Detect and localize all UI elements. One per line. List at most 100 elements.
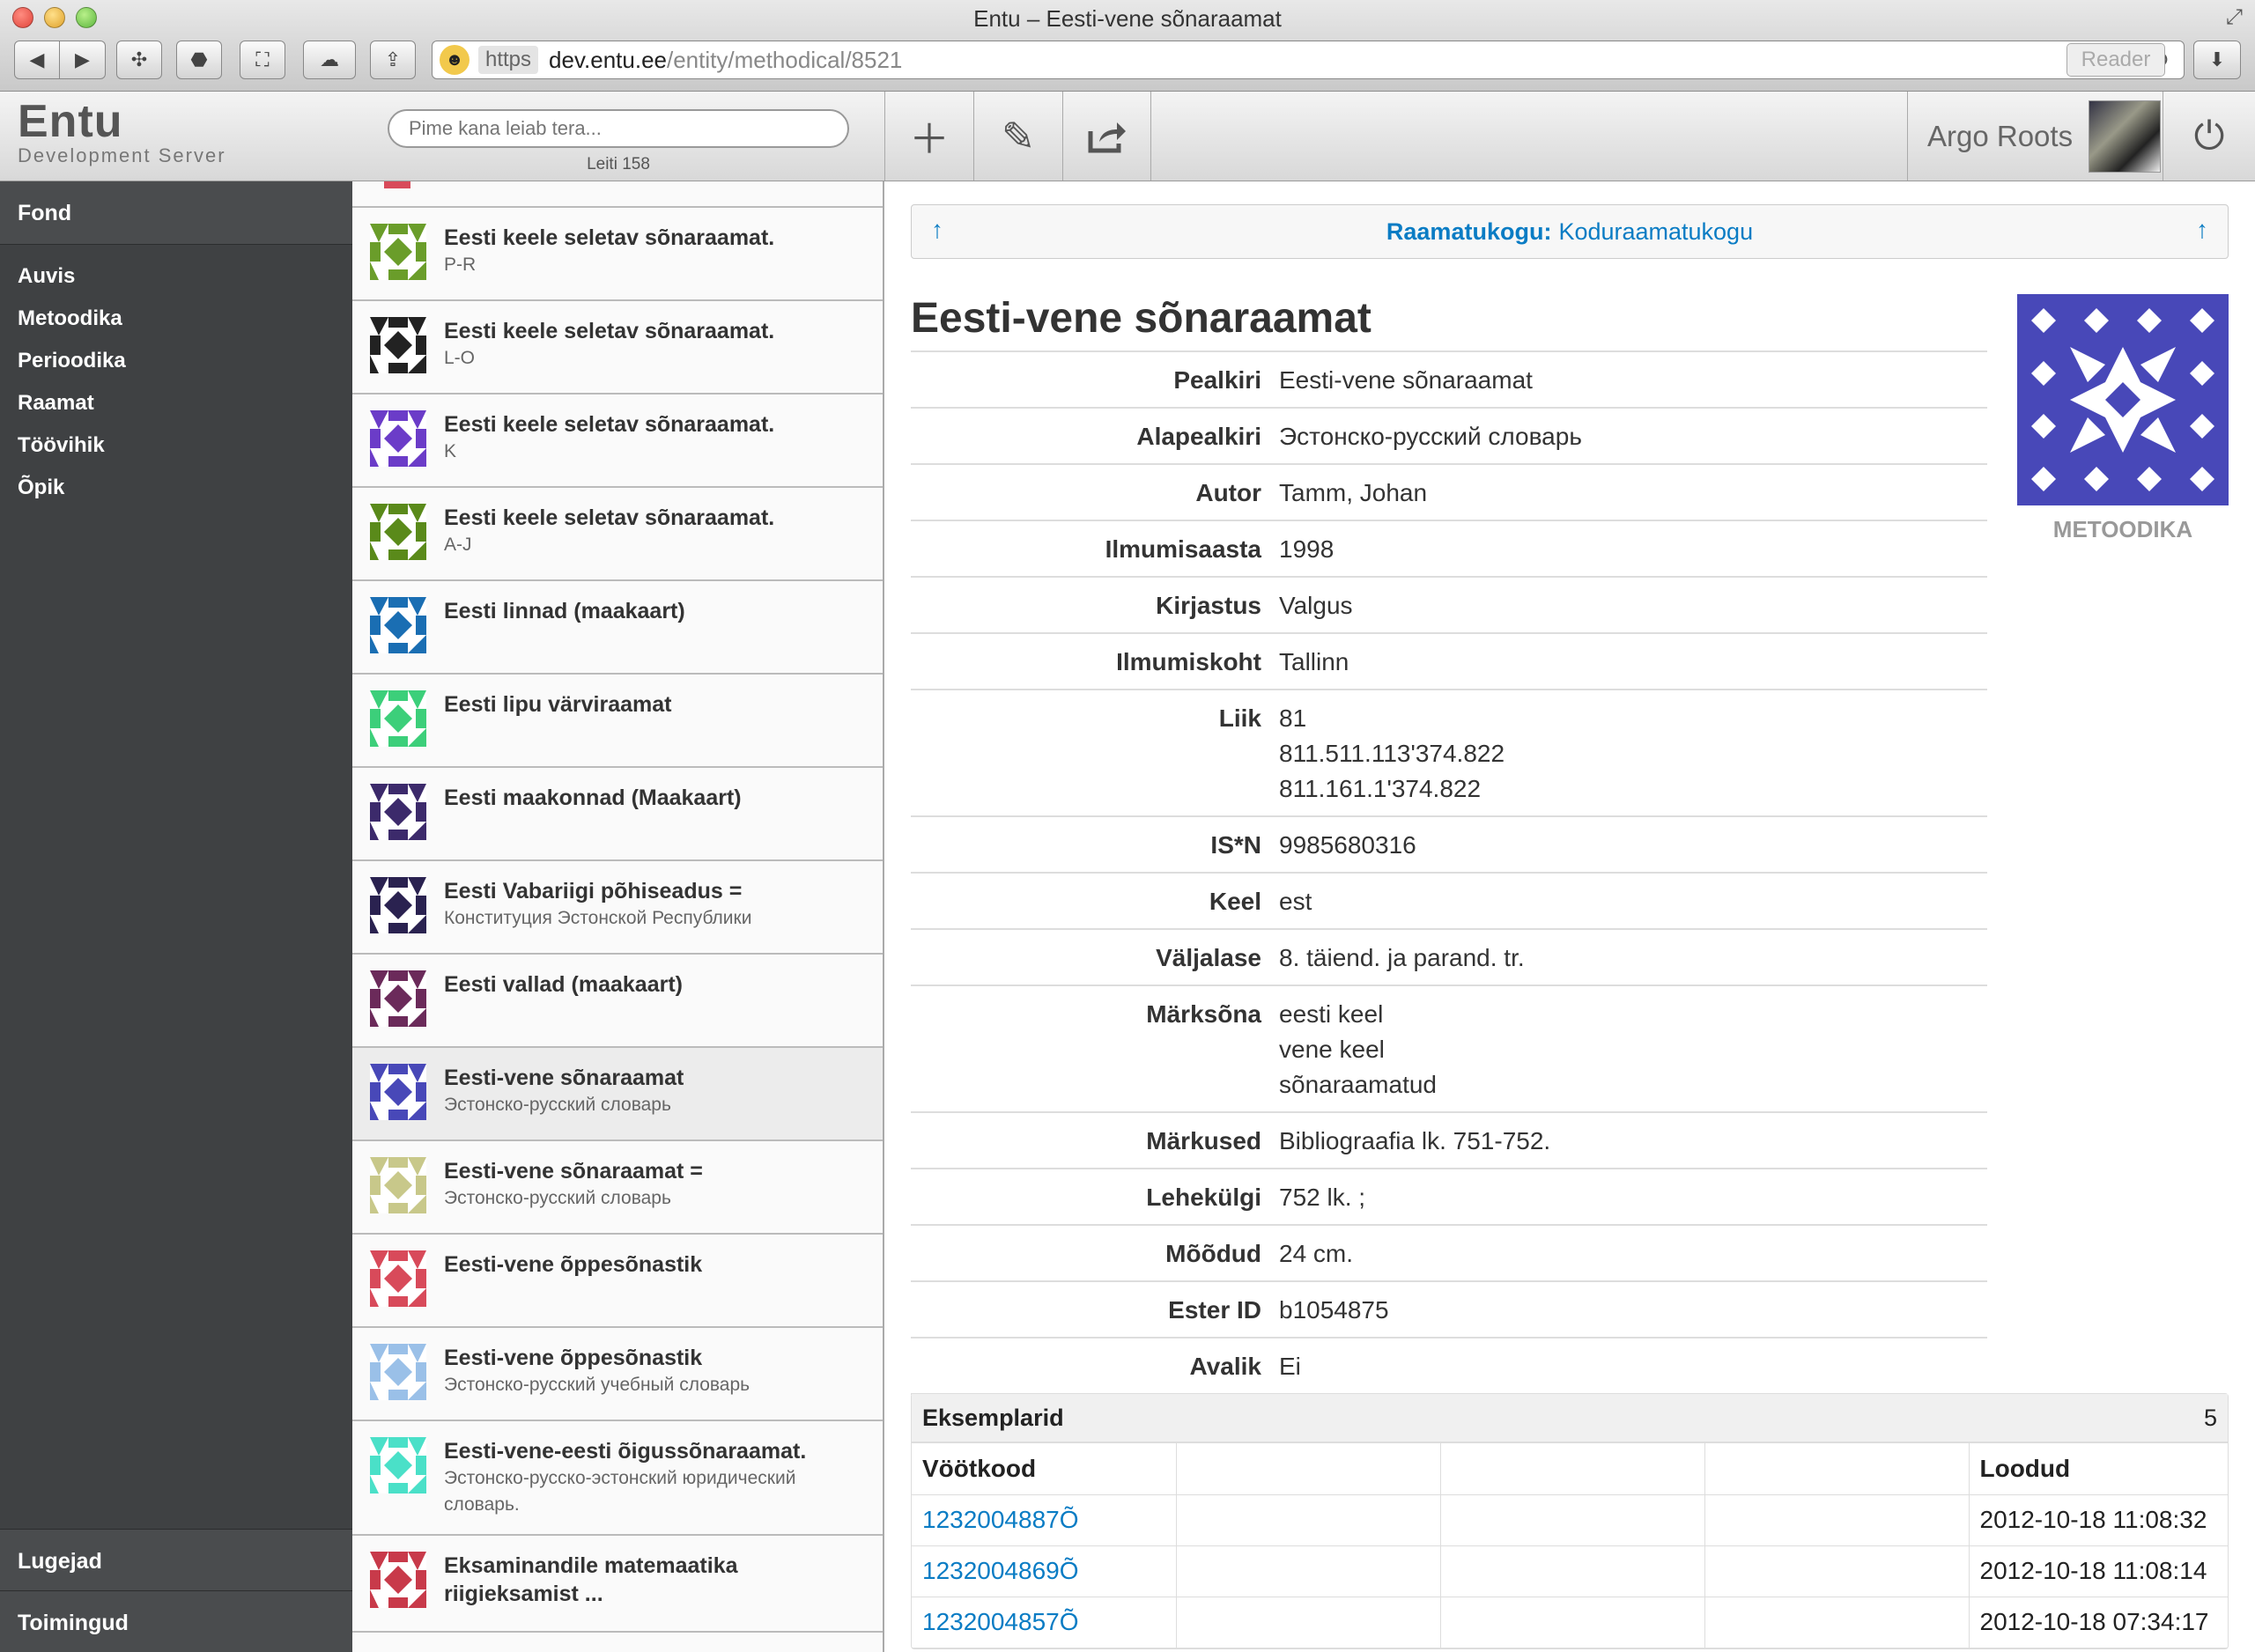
property-key: Lehekülgi: [1146, 1184, 1261, 1211]
property-value: Tallinn: [1279, 645, 1987, 680]
adblock-button[interactable]: ⬣: [176, 41, 222, 79]
add-button[interactable]: ＋: [884, 92, 973, 181]
empty-cell: [1176, 1494, 1441, 1546]
list-item-text: Eesti-vene õppesõnastik: [444, 1250, 865, 1326]
list-item[interactable]: Eesti Vabariigi põhiseadus = Конституция …: [352, 861, 883, 955]
sidebar-item-metoodika[interactable]: Metoodika: [0, 298, 352, 340]
address-bar[interactable]: ☻ https dev.entu.ee /entity/methodical/8…: [432, 41, 2185, 79]
sidebar-bottom: Lugejad Toimingud: [0, 1529, 352, 1652]
property-row: Pealkiri Eesti-vene sõnaraamat: [911, 350, 1987, 407]
list-item[interactable]: Eesti-vene õppesõnastik: [352, 1235, 883, 1328]
fullscreen-icon[interactable]: ⤢: [2226, 5, 2243, 30]
property-value: 81 811.511.113'374.822 811.161.1'374.822: [1279, 701, 1987, 807]
cloud-button[interactable]: ☁: [303, 41, 356, 79]
list-item-title: Eesti-vene sõnaraamat =: [444, 1159, 703, 1184]
reader-button[interactable]: Reader: [2066, 43, 2165, 77]
property-row: IS*N 9985680316: [911, 815, 1987, 872]
list-item-subtitle: P-R: [444, 254, 477, 275]
list-item[interactable]: Eesti-vene sõnaraamat = Эстонско-русский …: [352, 1141, 883, 1235]
empty-cell: [1704, 1597, 1970, 1648]
expand-button[interactable]: ⛶: [240, 41, 285, 79]
property-key: Avalik: [1189, 1353, 1261, 1380]
list-item[interactable]: Eesti keele seletav sõnaraamat. P-R: [352, 208, 883, 301]
entity-type-label: METOODIKA: [2052, 516, 2193, 542]
property-key: Kirjastus: [1156, 592, 1261, 619]
copies-panel: Eksemplarid 5 Vöötkood Loodud 1232004887…: [911, 1393, 2229, 1649]
property-key: Märksõna: [1146, 1000, 1261, 1028]
property-key: IS*N: [1210, 831, 1261, 859]
sidebar-item-auvis[interactable]: Auvis: [0, 255, 352, 298]
list-item[interactable]: Eesti vallad (maakaart): [352, 955, 883, 1048]
identicon-icon: [370, 597, 426, 653]
plus-icon: ＋: [909, 115, 950, 162]
list-item-partial[interactable]: [352, 181, 883, 208]
sidebar-section-toimingud[interactable]: Toimingud: [0, 1590, 352, 1652]
barcode-link[interactable]: 1232004887Õ: [922, 1506, 1079, 1533]
barcode-link[interactable]: 1232004869Õ: [922, 1557, 1079, 1584]
list-item[interactable]: Eesti linnad (maakaart): [352, 581, 883, 675]
property-value-line: Tamm, Johan: [1279, 479, 1428, 506]
list-item[interactable]: Eesti keele seletav sõnaraamat. A-J: [352, 488, 883, 581]
sidebar-item-raamat[interactable]: Raamat: [0, 382, 352, 424]
parent-link[interactable]: ↑ Raamatukogu: Koduraamatukogu ↑: [911, 204, 2229, 259]
property-value-line: 81: [1279, 704, 1307, 732]
created-cell: 2012-10-18 11:08:32: [1969, 1494, 2228, 1546]
forward-button[interactable]: ▶: [60, 41, 106, 79]
property-row: Alapealkiri Эстонско-русский словарь: [911, 407, 1987, 463]
copies-table-header: Vöötkood Loodud: [912, 1443, 2228, 1495]
identicon-icon: [370, 690, 426, 747]
created-cell: 2012-10-18 07:34:17: [1969, 1597, 2228, 1648]
empty-cell: [1440, 1545, 1705, 1597]
property-value: 752 lk. ;: [1279, 1180, 1987, 1215]
list-item-subtitle: L-O: [444, 348, 476, 368]
downloads-button[interactable]: ⬇: [2193, 41, 2241, 79]
list-item[interactable]: Eksaminandile matemaatika riigieksamist …: [352, 1536, 883, 1633]
list-item[interactable]: Eesti lipu värviraamat: [352, 675, 883, 768]
topsites-button[interactable]: ✣: [116, 41, 162, 79]
list-item-subtitle: K: [444, 441, 457, 461]
parent-label: Raamatukogu:: [1386, 218, 1552, 245]
list-item-subtitle: Эстонско-русский учебный словарь: [444, 1375, 750, 1395]
sidebar-item-opik[interactable]: Õpik: [0, 467, 352, 509]
list-item-subtitle: Конституция Эстонской Республики: [444, 908, 752, 928]
sidebar-section-lugejad[interactable]: Lugejad: [0, 1529, 352, 1590]
sidebar-item-perioodika[interactable]: Perioodika: [0, 340, 352, 382]
property-value-line: 811.161.1'374.822: [1279, 775, 1482, 802]
copies-count: 5: [2203, 1404, 2217, 1431]
nav-buttons: ◀ ▶: [14, 41, 106, 79]
property-row: Ilmumiskoht Tallinn: [911, 632, 1987, 689]
pencil-icon: ✎: [1001, 113, 1036, 159]
logout-button[interactable]: ⏻: [2163, 92, 2255, 181]
page-title: Eesti-vene sõnaraamat: [911, 295, 1371, 342]
logo-subtitle: Development Server: [18, 144, 226, 166]
list-item[interactable]: Eesti-vene sõnaraamat Эстонско-русский сл…: [352, 1048, 883, 1141]
barcode-link[interactable]: 1232004857Õ: [922, 1608, 1079, 1635]
list-item-text: Eesti-vene sõnaraamat Эстонско-русский сл…: [444, 1064, 865, 1139]
list-item[interactable]: Eesti keele seletav sõnaraamat. L-O: [352, 301, 883, 395]
property-value-line: Tallinn: [1279, 648, 1349, 675]
search-input[interactable]: [388, 109, 849, 148]
list-item-text: Eksaminandile matemaatika riigieksamist …: [444, 1552, 865, 1631]
property-value: Эстонско-русский словарь: [1279, 419, 1987, 454]
logo[interactable]: Entu Development Server: [18, 99, 226, 167]
list-item[interactable]: Eesti-vene-eesti õigussõnaraamat. Эстонск…: [352, 1421, 883, 1536]
property-key: Ilmumisaasta: [1105, 535, 1261, 563]
user-menu[interactable]: Argo Roots: [1907, 92, 2207, 181]
list-item-subtitle: Эстонско-русский словарь: [444, 1095, 671, 1115]
barcode-cell: 1232004887Õ: [912, 1494, 1177, 1546]
properties-table: Pealkiri Eesti-vene sõnaraamat Alapealkiri…: [911, 350, 1987, 1449]
list-item[interactable]: Eesti keele seletav sõnaraamat. K: [352, 395, 883, 488]
sidebar-item-toovihik[interactable]: Töövihik: [0, 424, 352, 467]
share-button[interactable]: ⇪: [370, 41, 416, 79]
copies-title: Eksemplarid: [922, 1404, 1064, 1431]
property-value: b1054875: [1279, 1293, 1987, 1328]
share-entity-button[interactable]: [1062, 92, 1151, 181]
edit-button[interactable]: ✎: [973, 92, 1062, 181]
list-item-text: Eesti-vene õppesõnastik Эстонско-русский …: [444, 1344, 865, 1420]
sidebar-section-fond[interactable]: Fond: [0, 181, 352, 245]
list-item[interactable]: Eesti-vene õppesõnastik Эстонско-русский …: [352, 1328, 883, 1421]
sidebar: Fond Auvis Metoodika Perioodika Raamat T…: [0, 181, 352, 1652]
back-button[interactable]: ◀: [14, 41, 60, 79]
property-row: Ilmumisaasta 1998: [911, 520, 1987, 576]
list-item[interactable]: Eesti maakonnad (Maakaart): [352, 768, 883, 861]
